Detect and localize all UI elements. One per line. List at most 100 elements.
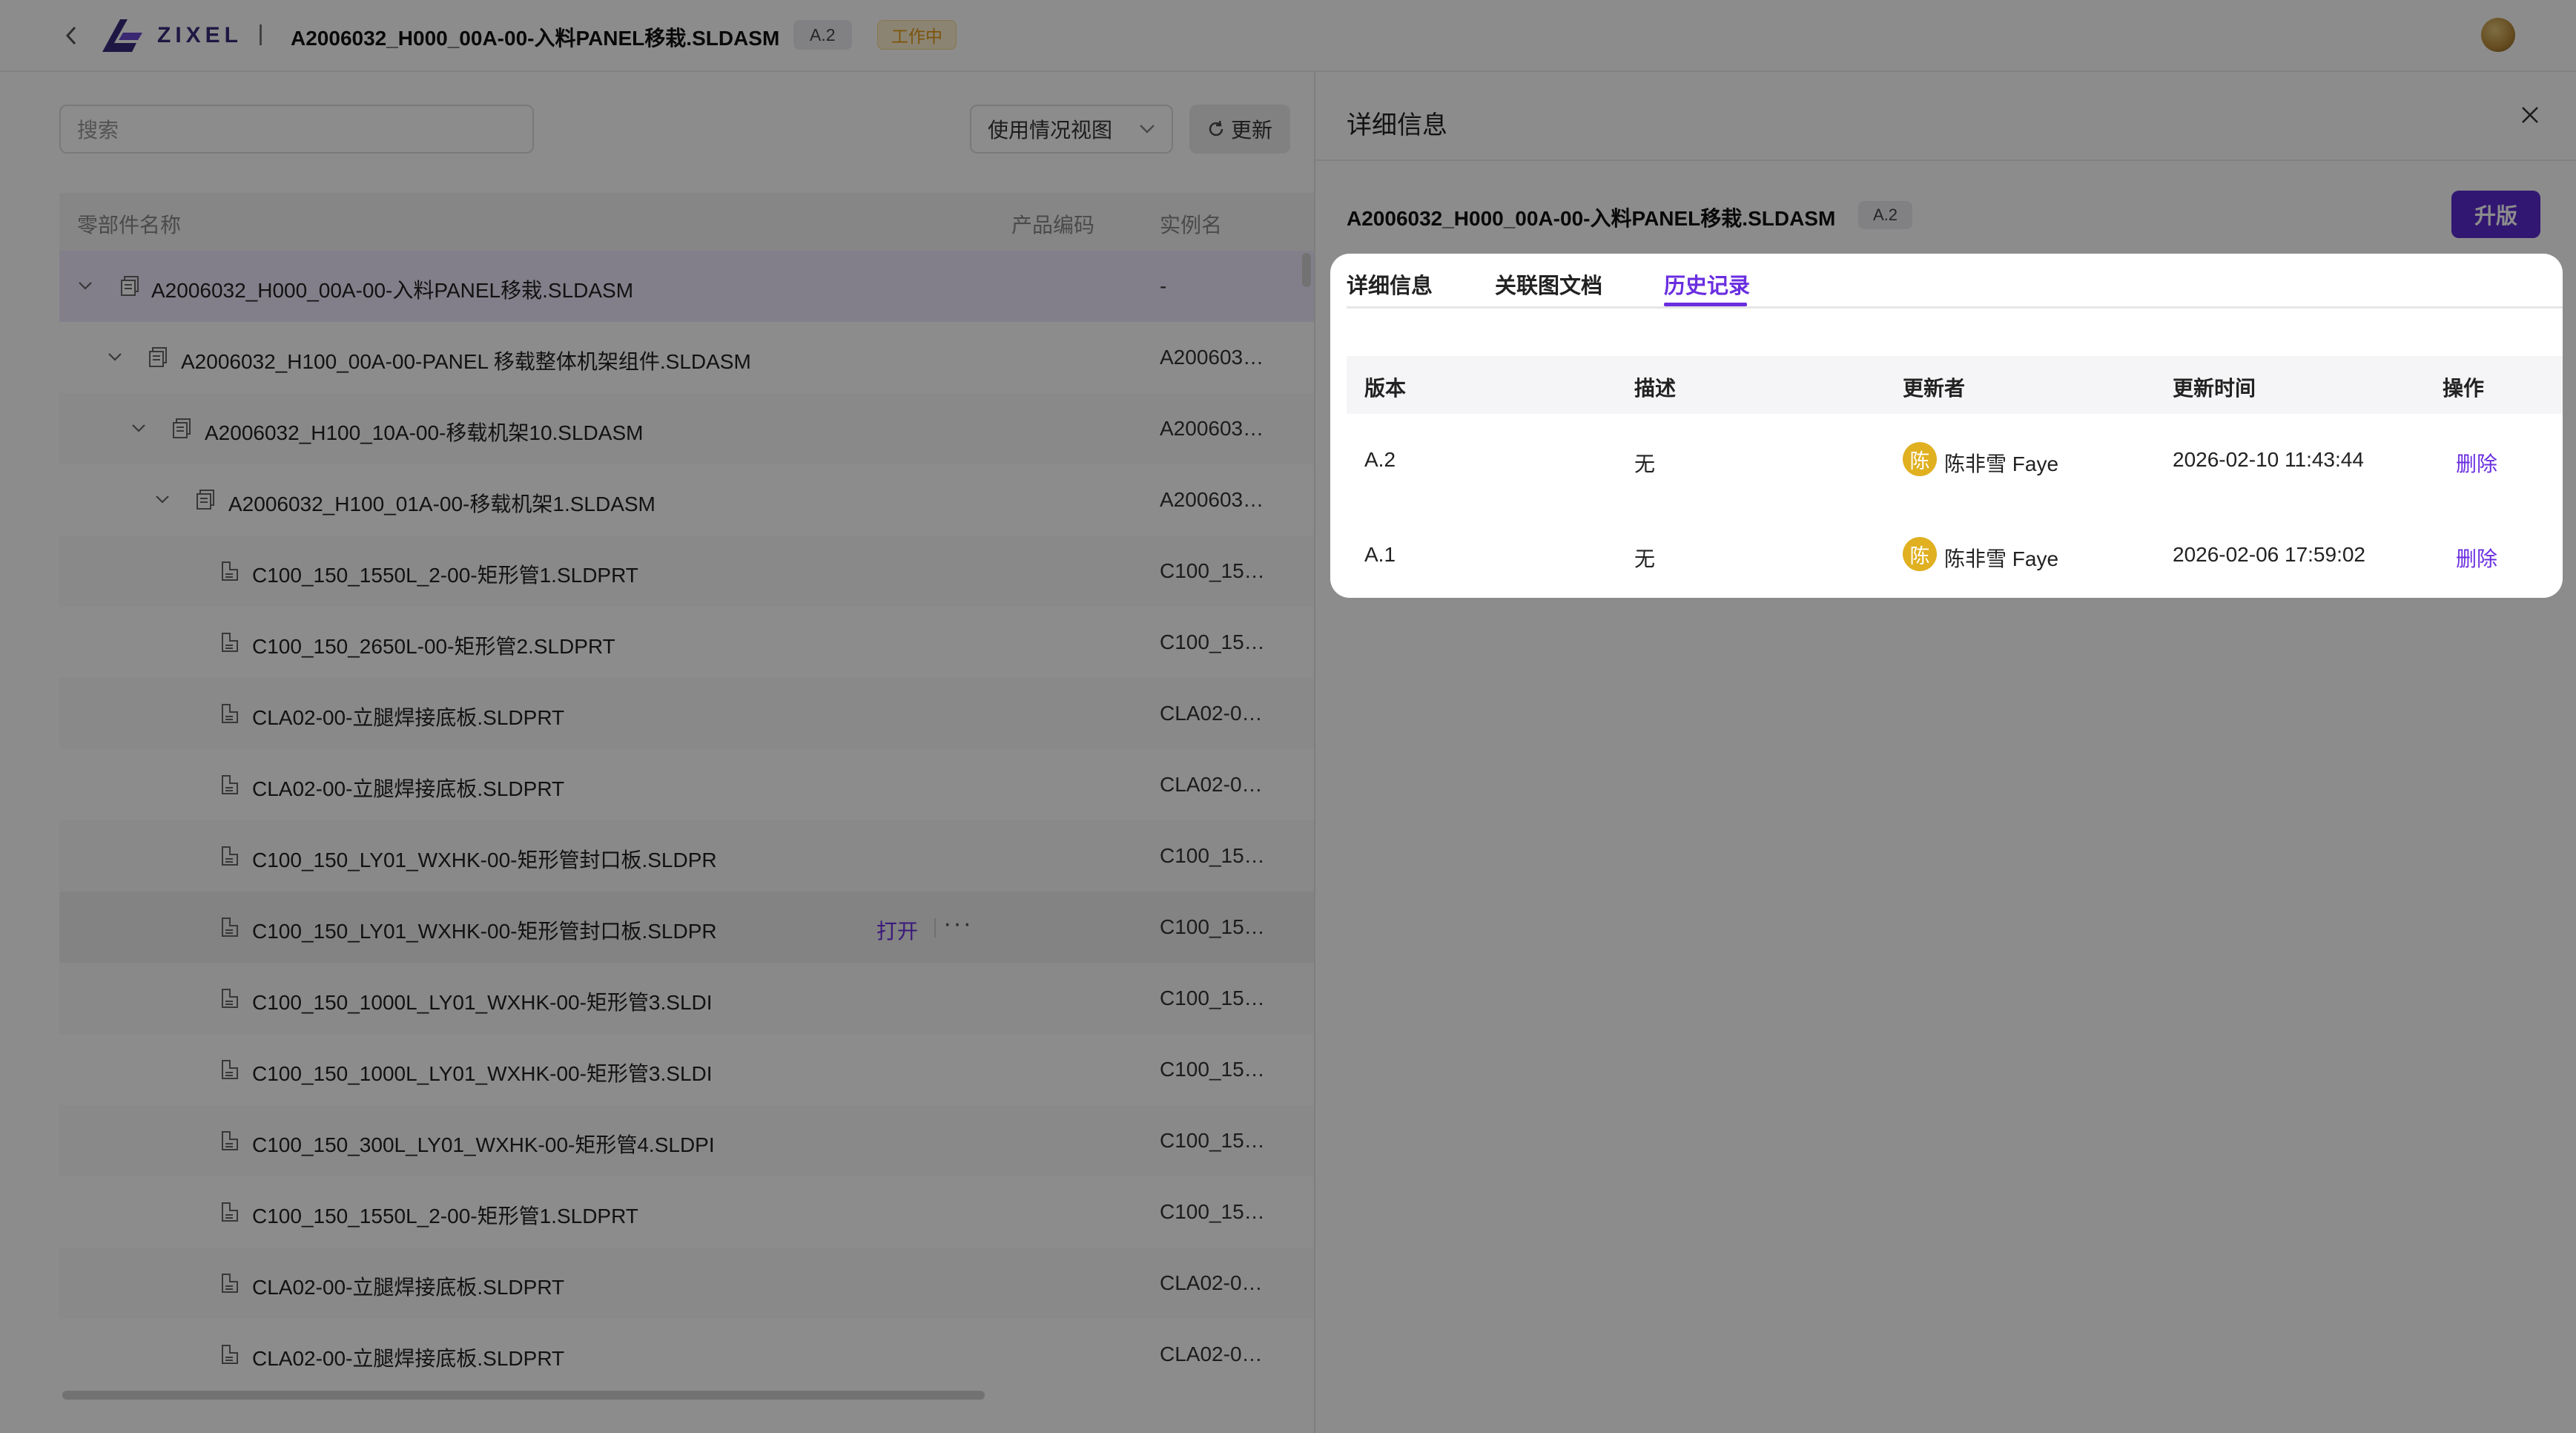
delete-button[interactable]: 删除 bbox=[2456, 448, 2497, 478]
refresh-label: 更新 bbox=[1230, 119, 1272, 142]
tree-row-name: A2006032_H100_01A-00-移载机架1.SLDASM bbox=[228, 493, 655, 515]
part-file-icon bbox=[218, 1271, 240, 1295]
tree-row-instance: A200603… bbox=[1160, 488, 1264, 511]
tree-row-name: A2006032_H100_00A-00-PANEL 移载整体机架组件.SLDA… bbox=[181, 350, 751, 373]
tree-row[interactable]: CLA02-00-立腿焊接底板.SLDPRT CLA02-0… bbox=[59, 749, 1314, 820]
tree-row[interactable]: A2006032_H100_01A-00-移载机架1.SLDASM A200603… bbox=[59, 464, 1314, 536]
horizontal-scrollbar[interactable] bbox=[62, 1391, 985, 1400]
tree-row-instance: C100_15… bbox=[1160, 1129, 1265, 1152]
tree-row[interactable]: CLA02-00-立腿焊接底板.SLDPRT CLA02-0… bbox=[59, 1319, 1314, 1390]
chevron-down-icon[interactable] bbox=[151, 488, 174, 510]
chevron-down-icon[interactable] bbox=[128, 417, 150, 439]
tab-related-docs[interactable]: 关联图文档 bbox=[1495, 269, 1602, 300]
column-instance: 实例名 bbox=[1160, 214, 1223, 237]
column-action: 操作 bbox=[2443, 377, 2485, 400]
divider bbox=[934, 918, 936, 938]
avatar: 陈 bbox=[1903, 537, 1937, 571]
part-file-icon bbox=[218, 1058, 240, 1081]
tree-row[interactable]: C100_150_1550L_2-00-矩形管1.SLDPRT C100_15… bbox=[59, 1176, 1314, 1248]
part-file-icon bbox=[218, 630, 240, 654]
tree-row[interactable]: A2006032_H100_00A-00-PANEL 移载整体机架组件.SLDA… bbox=[59, 322, 1314, 393]
avatar: 陈 bbox=[1903, 442, 1937, 476]
history-updater: 陈非雪 Faye bbox=[1944, 452, 2059, 475]
close-button[interactable] bbox=[2515, 100, 2545, 130]
tab-history[interactable]: 历史记录 bbox=[1664, 269, 1750, 300]
tree-row[interactable]: CLA02-00-立腿焊接底板.SLDPRT CLA02-0… bbox=[59, 1248, 1314, 1319]
tree-row[interactable]: C100_150_1000L_LY01_WXHK-00-矩形管3.SLDI C10… bbox=[59, 963, 1314, 1034]
structure-panel: 搜索 使用情况视图 更新 零部件名称 产品编码 实例名 A2006032_H00… bbox=[0, 72, 1314, 1433]
detail-doc-name: A2006032_H000_00A-00-入料PANEL移栽.SLDASM bbox=[1347, 207, 1836, 230]
active-tab-indicator bbox=[1664, 303, 1747, 306]
history-time: 2026-02-10 11:43:44 bbox=[2173, 448, 2364, 471]
tree-row[interactable]: A2006032_H100_10A-00-移载机架10.SLDASM A20060… bbox=[59, 393, 1314, 464]
search-input[interactable]: 搜索 bbox=[59, 105, 534, 154]
delete-button[interactable]: 删除 bbox=[2456, 543, 2497, 573]
document-title: A2006032_H000_00A-00-入料PANEL移栽.SLDASM bbox=[291, 27, 780, 50]
tree-row-instance: A200603… bbox=[1160, 417, 1264, 440]
tree-row-name: CLA02-00-立腿焊接底板.SLDPRT bbox=[252, 1347, 565, 1370]
view-select[interactable]: 使用情况视图 bbox=[970, 105, 1173, 154]
tree-row-name: C100_150_LY01_WXHK-00-矩形管封口板.SLDPR bbox=[252, 849, 717, 872]
tree-row[interactable]: C100_150_LY01_WXHK-00-矩形管封口板.SLDPR 打开 ··· C… bbox=[59, 892, 1314, 963]
tree-row-instance: C100_15… bbox=[1160, 915, 1265, 938]
tree-row-name: C100_150_1550L_2-00-矩形管1.SLDPRT bbox=[252, 1205, 638, 1228]
column-update-time: 更新时间 bbox=[2173, 377, 2256, 400]
open-link[interactable]: 打开 bbox=[876, 915, 918, 945]
tree-row[interactable]: C100_150_1000L_LY01_WXHK-00-矩形管3.SLDI C10… bbox=[59, 1034, 1314, 1105]
logo-text: ZIXEL bbox=[157, 23, 243, 47]
upgrade-button[interactable]: 升版 bbox=[2451, 191, 2540, 238]
tree-row[interactable]: C100_150_300L_LY01_WXHK-00-矩形管4.SLDPI C10… bbox=[59, 1105, 1314, 1176]
part-file-icon bbox=[218, 773, 240, 797]
part-file-icon bbox=[218, 986, 240, 1010]
user-avatar[interactable] bbox=[2481, 18, 2515, 52]
tree-row-instance: C100_15… bbox=[1160, 630, 1265, 653]
tree-row-name: C100_150_1000L_LY01_WXHK-00-矩形管3.SLDI bbox=[252, 1062, 713, 1085]
tree-row[interactable]: CLA02-00-立腿焊接底板.SLDPRT CLA02-0… bbox=[59, 678, 1314, 749]
tree-row-name: CLA02-00-立腿焊接底板.SLDPRT bbox=[252, 706, 565, 729]
history-card: 详细信息 关联图文档 历史记录 版本 描述 更新者 更新时间 操作 A.2 无 … bbox=[1330, 254, 2563, 598]
part-file-icon bbox=[218, 1129, 240, 1153]
chevron-left-icon bbox=[65, 26, 76, 45]
tree-row-instance: C100_15… bbox=[1160, 1058, 1265, 1081]
chevron-down-icon[interactable] bbox=[74, 274, 96, 297]
history-version: A.1 bbox=[1364, 543, 1396, 566]
column-version: 版本 bbox=[1364, 377, 1407, 400]
history-time: 2026-02-06 17:59:02 bbox=[2173, 543, 2365, 566]
part-file-icon bbox=[218, 1343, 240, 1366]
version-badge: A.2 bbox=[793, 20, 852, 50]
tree-row[interactable]: A2006032_H000_00A-00-入料PANEL移栽.SLDASM - bbox=[59, 251, 1314, 322]
tree-row-name: CLA02-00-立腿焊接底板.SLDPRT bbox=[252, 1276, 565, 1299]
history-row: A.2 无 陈 陈非雪 Faye 2026-02-10 11:43:44 删除 bbox=[1347, 414, 2563, 509]
tree-row[interactable]: C100_150_1550L_2-00-矩形管1.SLDPRT C100_15… bbox=[59, 536, 1314, 607]
tree-table-header: 零部件名称 产品编码 实例名 bbox=[59, 193, 1314, 251]
chevron-down-icon[interactable] bbox=[104, 346, 126, 368]
history-description: 无 bbox=[1634, 452, 1656, 475]
part-file-icon bbox=[218, 844, 240, 868]
history-description: 无 bbox=[1634, 547, 1656, 570]
history-version: A.2 bbox=[1364, 448, 1396, 471]
tree-row-instance: CLA02-0… bbox=[1160, 1271, 1263, 1294]
history-row: A.1 无 陈 陈非雪 Faye 2026-02-06 17:59:02 删除 bbox=[1347, 509, 2563, 604]
more-icon[interactable]: ··· bbox=[943, 909, 973, 938]
app-logo[interactable]: ZIXEL bbox=[98, 13, 242, 58]
tree-row-name: C100_150_300L_LY01_WXHK-00-矩形管4.SLDPI bbox=[252, 1133, 715, 1156]
zixel-logo-icon bbox=[102, 19, 142, 52]
detail-tabs: 详细信息 关联图文档 历史记录 bbox=[1347, 254, 2563, 309]
tree-row[interactable]: C100_150_2650L-00-矩形管2.SLDPRT C100_15… bbox=[59, 607, 1314, 678]
column-updater: 更新者 bbox=[1903, 377, 1966, 400]
tree-row-instance: C100_15… bbox=[1160, 844, 1265, 867]
refresh-button[interactable]: 更新 bbox=[1189, 105, 1290, 154]
back-button[interactable] bbox=[59, 22, 83, 49]
tree-row-instance: C100_15… bbox=[1160, 1200, 1265, 1223]
vertical-scrollbar[interactable] bbox=[1302, 253, 1311, 287]
tree-row-instance: C100_15… bbox=[1160, 986, 1265, 1009]
divider bbox=[1315, 159, 2576, 161]
tab-details[interactable]: 详细信息 bbox=[1347, 269, 1433, 300]
tree-row-name: C100_150_1550L_2-00-矩形管1.SLDPRT bbox=[252, 564, 638, 587]
chevron-down-icon bbox=[1140, 125, 1155, 134]
tree-row-name: C100_150_2650L-00-矩形管2.SLDPRT bbox=[252, 635, 615, 658]
tree-row-name: A2006032_H100_10A-00-移载机架10.SLDASM bbox=[205, 421, 644, 444]
tree-row[interactable]: C100_150_LY01_WXHK-00-矩形管封口板.SLDPR C100_1… bbox=[59, 820, 1314, 892]
refresh-icon bbox=[1209, 120, 1223, 136]
structure-tree: A2006032_H000_00A-00-入料PANEL移栽.SLDASM - A2… bbox=[59, 251, 1314, 1390]
